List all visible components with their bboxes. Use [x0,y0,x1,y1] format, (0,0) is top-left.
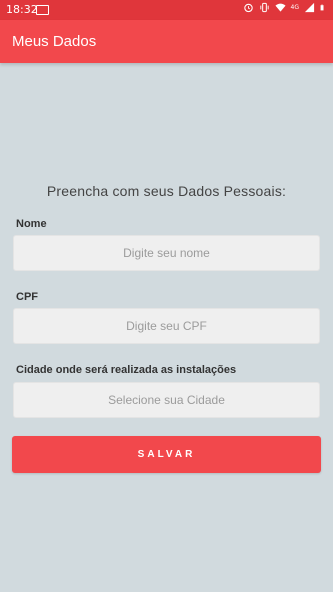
status-icons: 4G [243,2,327,13]
app-bar: Meus Dados [0,20,333,63]
form-heading: Preencha com seus Dados Pessoais: [46,183,287,199]
save-button[interactable]: SALVAR [12,436,321,473]
city-label: Cidade onde será realizada as instalaçõe… [16,364,237,376]
name-label: Nome [16,218,47,230]
signal-icon [304,2,315,13]
alarm-icon [243,3,253,13]
vibrate-icon [259,2,269,13]
cpf-field[interactable]: Digite seu CPF [13,308,320,344]
city-select[interactable]: Selecione sua Cidade [13,382,320,418]
network-type: 4G [290,3,299,11]
screen-icon [36,5,49,15]
name-field[interactable]: Digite seu nome [13,235,320,271]
status-time: 18:32 [6,3,38,16]
page-title: Meus Dados [12,33,97,50]
status-bar: 18:32 4G [0,0,333,20]
wifi-icon [274,3,286,12]
cpf-label: CPF [16,291,38,303]
battery-icon [320,4,324,11]
